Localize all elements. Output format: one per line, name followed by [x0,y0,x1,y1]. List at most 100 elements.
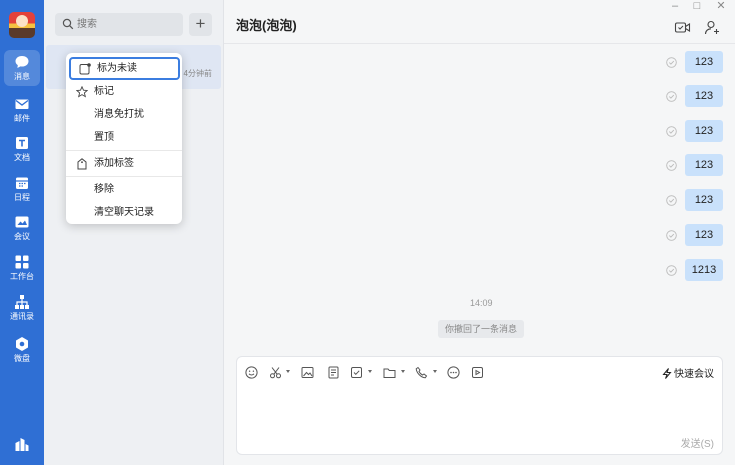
search-input[interactable] [77,15,177,34]
menu-item-add-tag[interactable]: 添加标签 [66,153,182,175]
image-icon[interactable] [301,366,314,379]
screen-share-icon[interactable] [471,366,484,379]
chat-header: 泡泡(泡泡) – □ ✕ [224,0,735,44]
nav-label: 会议 [14,232,30,241]
nav-item-calendar[interactable]: 日程 [0,171,44,207]
nav-item-workbench[interactable]: 工作台 [0,250,44,286]
add-member-icon[interactable] [704,19,721,36]
menu-item-mark[interactable]: 标记 [66,81,182,103]
menu-item-mute[interactable]: 消息免打扰 [66,104,182,126]
video-call-icon[interactable] [674,19,691,36]
message-bubble[interactable]: 123 [685,154,723,176]
chat-panel: 泡泡(泡泡) – □ ✕ 123 123 123 123 123 123 121… [224,0,735,465]
search-box[interactable] [55,13,183,36]
menu-item-pin[interactable]: 置顶 [66,127,182,149]
message-row: 123 [643,85,723,107]
read-check-icon [666,265,677,276]
plus-icon: + [195,14,206,33]
message-row: 123 [643,51,723,73]
menu-divider [66,150,182,151]
message-row: 123 [643,120,723,142]
message-bubble[interactable]: 1213 [685,259,723,281]
chat-title: 泡泡(泡泡) [236,18,297,33]
chevron-down-icon[interactable] [401,370,405,373]
read-check-icon [666,160,677,171]
message-row: 123 [643,224,723,246]
message-row: 1213 [643,259,723,281]
chevron-down-icon[interactable] [368,370,372,373]
message-bubble[interactable]: 123 [685,189,723,211]
chevron-down-icon[interactable] [286,370,290,373]
screenshot-scissors-icon[interactable] [269,366,282,379]
more-apps-icon[interactable] [14,436,30,452]
read-check-icon [666,91,677,102]
menu-item-label: 标记 [94,86,114,97]
user-avatar[interactable] [9,12,35,38]
mail-icon [15,99,29,109]
nav-label: 日程 [14,193,30,202]
mark-unread-icon [79,63,91,75]
nav-item-meeting[interactable]: 会议 [0,210,44,246]
menu-item-label: 消息免打扰 [94,109,144,120]
menu-item-label: 标为未读 [97,63,137,74]
nav-item-docs[interactable]: 文档 [0,131,44,167]
drive-icon [16,337,28,351]
message-input[interactable] [245,387,715,431]
menu-item-mark-unread[interactable]: 标为未读 [69,57,180,80]
grid-icon [15,255,29,269]
nav-item-contacts[interactable]: 通讯录 [0,290,44,326]
menu-item-label: 清空聊天记录 [94,207,154,218]
chat-bubble-icon [15,56,29,68]
search-icon [62,18,74,30]
message-bubble[interactable]: 123 [685,120,723,142]
message-row: 123 [643,154,723,176]
context-menu: 标为未读 标记 消息免打扰 置顶 添加标签 移除 清空聊天记录 [66,53,182,224]
read-check-icon [666,57,677,68]
read-check-icon [666,195,677,206]
add-button[interactable]: + [189,13,212,36]
message-bubble[interactable]: 123 [685,51,723,73]
nav-item-mail[interactable]: 邮件 [0,92,44,128]
quick-meeting-button[interactable]: 快速会议 [662,365,714,380]
nav-rail: 消息 邮件 文档 日程 会议 工作台 通讯录 微盘 [0,0,44,465]
read-check-icon [666,230,677,241]
meeting-icon [15,216,29,228]
nav-label: 通讯录 [10,312,34,321]
minimize-icon[interactable]: – [668,0,682,14]
lightning-icon [662,368,672,379]
recall-notice: 你撤回了一条消息 [438,320,525,338]
quick-meeting-label: 快速会议 [674,369,714,380]
nav-label: 文档 [14,153,30,162]
phone-icon[interactable] [415,366,428,379]
close-icon[interactable]: ✕ [714,0,728,14]
nav-label: 工作台 [10,272,34,281]
message-bubble[interactable]: 123 [685,85,723,107]
calendar-icon [16,177,28,189]
org-chart-icon [15,295,29,309]
chevron-down-icon[interactable] [433,370,437,373]
folder-icon[interactable] [383,366,396,379]
star-icon [76,86,88,98]
time-separator: 14:09 [470,298,493,308]
nav-item-messages[interactable]: 消息 [4,50,40,86]
emoji-icon[interactable] [245,366,258,379]
message-bubble[interactable]: 123 [685,224,723,246]
menu-item-clear-history[interactable]: 清空聊天记录 [66,202,182,224]
maximize-icon[interactable]: □ [690,0,704,14]
menu-item-remove[interactable]: 移除 [66,179,182,201]
send-button[interactable]: 发送(S) [681,435,714,450]
menu-item-label: 移除 [94,184,114,195]
document-icon[interactable] [327,366,340,379]
read-check-icon [666,126,677,137]
task-checkbox-icon[interactable] [350,366,363,379]
nav-label: 消息 [14,72,30,81]
menu-item-label: 添加标签 [94,158,134,169]
tag-icon [77,158,87,170]
document-icon [16,137,28,149]
more-icon[interactable] [447,366,460,379]
menu-item-label: 置顶 [94,132,114,143]
menu-divider [66,176,182,177]
message-row: 123 [643,189,723,211]
nav-item-drive[interactable]: 微盘 [0,332,44,368]
message-composer: 快速会议 发送(S) [236,356,723,455]
